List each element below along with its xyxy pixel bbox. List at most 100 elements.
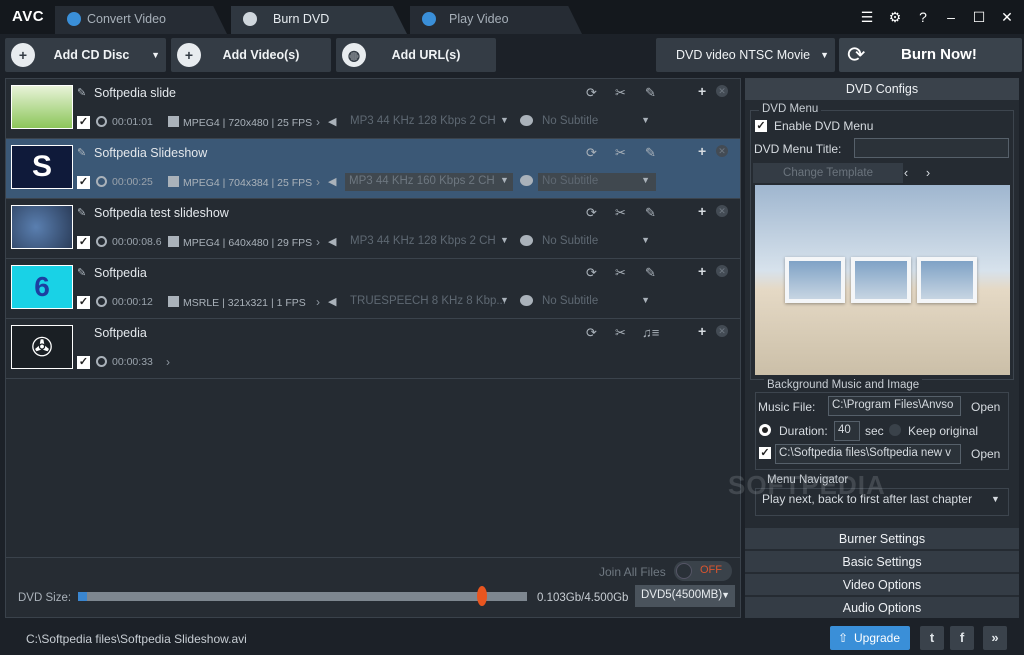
tab-play-video[interactable]: Play Video xyxy=(410,6,582,34)
burn-now-button[interactable]: ⟳ Burn Now! xyxy=(839,38,1022,72)
twitter-icon[interactable]: t xyxy=(920,626,944,650)
chevron-left-icon[interactable]: ‹ xyxy=(897,163,915,183)
audio-track-select[interactable]: MP3 44 KHz 128 Kbps 2 CH xyxy=(346,113,500,131)
open-music-button[interactable]: Open xyxy=(971,400,1000,414)
chevron-right-icon[interactable]: › xyxy=(316,295,320,309)
chevron-down-icon[interactable]: ▼ xyxy=(500,115,509,125)
dvd-configs-header[interactable]: DVD Configs xyxy=(745,78,1019,100)
add-icon[interactable]: + xyxy=(698,203,706,219)
file-row[interactable]: ✇ Softpedia ✓ 00:00:33 › ⟳ ✂ ♫≡ + ✕ xyxy=(6,319,740,379)
file-checkbox[interactable]: ✓ xyxy=(77,116,90,129)
close-icon[interactable]: ✕ xyxy=(996,6,1018,28)
chevron-down-icon[interactable]: ▼ xyxy=(151,50,160,60)
output-preset-dropdown[interactable]: DVD video NTSC Movie ▼ xyxy=(656,38,835,72)
add-cd-disc-button[interactable]: + Add CD Disc ▼ xyxy=(5,38,166,72)
dvd-type-dropdown[interactable]: DVD5(4500MB) ▼ xyxy=(635,585,735,607)
effects-icon[interactable]: ✎ xyxy=(645,145,656,161)
add-icon[interactable]: + xyxy=(698,263,706,279)
open-image-button[interactable]: Open xyxy=(971,447,1000,461)
video-options-section[interactable]: Video Options xyxy=(745,573,1019,595)
capacity-marker[interactable] xyxy=(477,586,487,606)
chevron-down-icon[interactable]: ▼ xyxy=(500,295,509,305)
file-row[interactable]: ✎ Softpedia test slideshow ✓ 00:00:08.6 … xyxy=(6,199,740,259)
scissors-icon[interactable]: ✂ xyxy=(615,205,626,221)
refresh-icon[interactable]: ⟳ xyxy=(586,145,597,161)
subtitle-icon xyxy=(520,175,533,186)
pencil-icon[interactable]: ✎ xyxy=(77,206,86,219)
subtitle-select[interactable]: No Subtitle ▼ xyxy=(538,293,656,311)
music-list-icon[interactable]: ♫≡ xyxy=(642,325,659,340)
subtitle-select[interactable]: No Subtitle ▼ xyxy=(538,233,656,251)
change-template-button[interactable]: Change Template xyxy=(753,163,903,183)
file-checkbox[interactable]: ✓ xyxy=(77,176,90,189)
enable-dvd-menu-checkbox[interactable]: ✓ xyxy=(755,120,767,132)
scissors-icon[interactable]: ✂ xyxy=(615,145,626,161)
scissors-icon[interactable]: ✂ xyxy=(615,85,626,101)
audio-options-section[interactable]: Audio Options xyxy=(745,596,1019,618)
remove-icon[interactable]: ✕ xyxy=(716,325,728,337)
audio-track-select[interactable]: MP3 44 KHz 160 Kbps 2 CH xyxy=(345,173,513,191)
scissors-icon[interactable]: ✂ xyxy=(615,325,626,341)
file-name: Softpedia Slideshow xyxy=(94,146,208,160)
add-urls-button[interactable]: ◍ Add URL(s) xyxy=(336,38,496,72)
subtitle-select[interactable]: No Subtitle ▼ xyxy=(538,113,656,131)
effects-icon[interactable]: ✎ xyxy=(645,85,656,101)
refresh-icon[interactable]: ⟳ xyxy=(586,205,597,221)
file-checkbox[interactable]: ✓ xyxy=(77,236,90,249)
chevron-down-icon[interactable]: ▼ xyxy=(500,175,509,185)
duration-radio[interactable] xyxy=(759,424,771,436)
chevron-right-icon[interactable]: › xyxy=(316,235,320,249)
help-icon[interactable]: ? xyxy=(912,6,934,28)
chevron-right-icon[interactable]: › xyxy=(316,175,320,189)
chevron-right-icon[interactable]: › xyxy=(166,355,170,369)
facebook-icon[interactable]: f xyxy=(950,626,974,650)
subtitle-select[interactable]: No Subtitle ▼ xyxy=(538,173,656,191)
dvd-menu-title-input[interactable] xyxy=(854,138,1009,158)
music-file-input[interactable]: C:\Program Files\Anvso xyxy=(828,396,961,416)
join-all-files-toggle[interactable]: OFF xyxy=(674,561,732,581)
remove-icon[interactable]: ✕ xyxy=(716,205,728,217)
chevron-down-icon[interactable]: ▼ xyxy=(500,235,509,245)
file-checkbox[interactable]: ✓ xyxy=(77,296,90,309)
refresh-icon[interactable]: ⟳ xyxy=(586,325,597,341)
film-icon xyxy=(168,296,179,307)
gear-icon[interactable]: ⚙ xyxy=(884,6,906,28)
audio-track-select[interactable]: TRUESPEECH 8 KHz 8 Kbp... xyxy=(346,293,510,311)
file-row[interactable]: ✎ Softpedia slide ✓ 00:01:01 MPEG4 | 720… xyxy=(6,79,740,139)
minimize-icon[interactable]: – xyxy=(940,6,962,28)
keep-original-radio[interactable] xyxy=(889,424,901,436)
add-icon[interactable]: + xyxy=(698,323,706,339)
scissors-icon[interactable]: ✂ xyxy=(615,265,626,281)
effects-icon[interactable]: ✎ xyxy=(645,265,656,281)
double-chevron-right-icon[interactable]: » xyxy=(983,626,1007,650)
remove-icon[interactable]: ✕ xyxy=(716,85,728,97)
chevron-down-icon[interactable]: ▼ xyxy=(991,494,1000,504)
maximize-icon[interactable]: ☐ xyxy=(968,6,990,28)
burner-settings-section[interactable]: Burner Settings xyxy=(745,527,1019,549)
menu-icon[interactable]: ☰ xyxy=(856,6,878,28)
refresh-icon[interactable]: ⟳ xyxy=(586,85,597,101)
file-checkbox[interactable]: ✓ xyxy=(77,356,90,369)
refresh-icon[interactable]: ⟳ xyxy=(586,265,597,281)
duration-input[interactable]: 40 xyxy=(834,421,860,441)
remove-icon[interactable]: ✕ xyxy=(716,265,728,277)
basic-settings-section[interactable]: Basic Settings xyxy=(745,550,1019,572)
pencil-icon[interactable]: ✎ xyxy=(77,146,86,159)
upgrade-button[interactable]: ⇧ Upgrade xyxy=(830,626,910,650)
file-row[interactable]: 6 ✎ Softpedia ✓ 00:00:12 MSRLE | 321x321… xyxy=(6,259,740,319)
background-image-input[interactable]: C:\Softpedia files\Softpedia new v xyxy=(775,444,961,464)
pencil-icon[interactable]: ✎ xyxy=(77,86,86,99)
effects-icon[interactable]: ✎ xyxy=(645,205,656,221)
add-videos-button[interactable]: + Add Video(s) xyxy=(171,38,331,72)
remove-icon[interactable]: ✕ xyxy=(716,145,728,157)
chevron-right-icon[interactable]: › xyxy=(316,115,320,129)
tab-burn-dvd[interactable]: Burn DVD xyxy=(231,6,407,34)
tab-convert-video[interactable]: Convert Video xyxy=(55,6,227,34)
file-row[interactable]: S ✎ Softpedia Slideshow ✓ 00:00:25 MPEG4… xyxy=(6,139,740,199)
add-icon[interactable]: + xyxy=(698,143,706,159)
add-icon[interactable]: + xyxy=(698,83,706,99)
chevron-right-icon[interactable]: › xyxy=(919,163,937,183)
audio-track-select[interactable]: MP3 44 KHz 128 Kbps 2 CH xyxy=(346,233,500,251)
background-image-checkbox[interactable]: ✓ xyxy=(759,447,771,459)
pencil-icon[interactable]: ✎ xyxy=(77,266,86,279)
